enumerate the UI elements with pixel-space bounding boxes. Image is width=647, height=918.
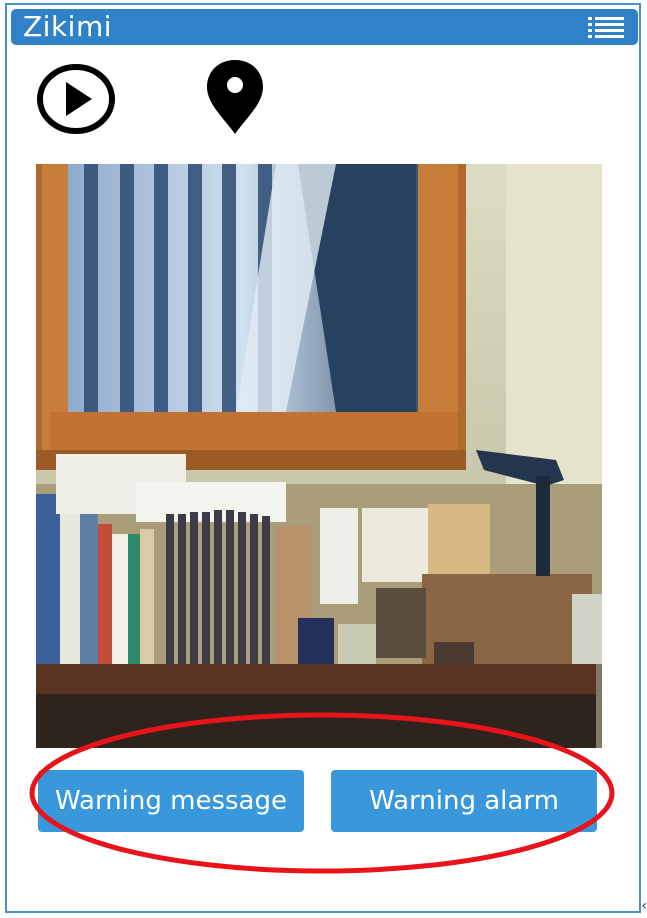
play-circle-icon	[37, 64, 115, 134]
play-button[interactable]	[36, 62, 116, 136]
edge-mark: ‹	[641, 898, 647, 914]
menu-button[interactable]	[588, 16, 624, 38]
camera-scene	[36, 164, 602, 748]
map-pin-icon	[207, 60, 263, 134]
location-button[interactable]	[204, 58, 266, 136]
title-bar: Zikimi	[11, 9, 638, 45]
warning-alarm-button[interactable]: Warning alarm	[331, 770, 597, 832]
camera-feed	[36, 164, 602, 748]
list-menu-icon	[588, 17, 624, 38]
app-title: Zikimi	[23, 10, 113, 43]
warning-message-button[interactable]: Warning message	[38, 770, 304, 832]
